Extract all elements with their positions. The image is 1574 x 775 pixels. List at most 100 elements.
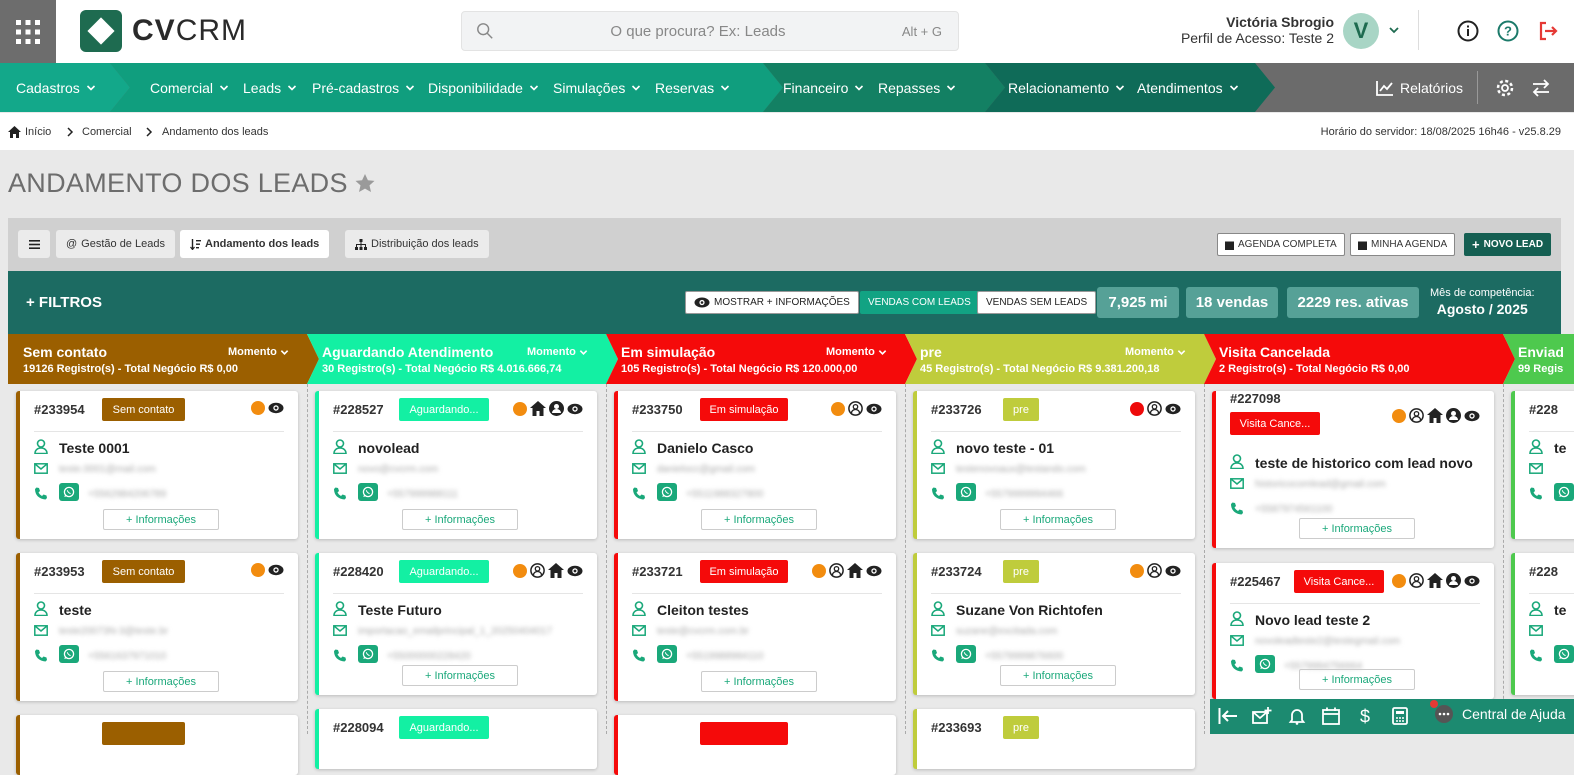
user-circle-icon[interactable] <box>1147 563 1162 578</box>
calendar-icon[interactable] <box>1322 707 1340 725</box>
more-info-button[interactable]: + Informações <box>402 509 518 530</box>
lead-name[interactable]: novo teste - 01 <box>956 440 1054 456</box>
more-info-button[interactable]: + Informações <box>103 509 219 530</box>
lead-id[interactable]: #228 <box>1529 402 1558 417</box>
more-info-button[interactable]: + Informações <box>103 671 219 692</box>
nav-pre-cadastros[interactable]: Pré-cadastros <box>312 63 415 112</box>
minha-agenda-button[interactable]: MINHA AGENDA <box>1350 233 1456 256</box>
more-info-button[interactable]: + Informações <box>1000 509 1116 530</box>
lead-card[interactable]: #228 te <box>1511 391 1574 539</box>
vendas-com-leads-button[interactable]: VENDAS COM LEADS <box>860 291 979 314</box>
vendas-sem-leads-button[interactable]: VENDAS SEM LEADS <box>977 291 1097 314</box>
lead-id[interactable]: #233726 <box>931 402 982 417</box>
lead-card[interactable]: #233693 pre <box>913 709 1195 769</box>
lead-id[interactable]: #228420 <box>333 564 384 579</box>
nav-cadastros[interactable]: Cadastros <box>16 63 96 112</box>
lead-name[interactable]: Teste Futuro <box>358 602 442 618</box>
lead-id[interactable]: #233693 <box>931 720 982 735</box>
logout-icon[interactable] <box>1537 20 1559 42</box>
user-circle-icon[interactable] <box>848 401 863 416</box>
more-info-button[interactable]: + Informações <box>1000 665 1116 686</box>
whatsapp-button[interactable] <box>1554 483 1574 501</box>
momento-dropdown[interactable]: Momento <box>527 346 588 358</box>
help-icon[interactable]: ? <box>1497 20 1519 42</box>
lead-id[interactable]: #228527 <box>333 402 384 417</box>
eye-icon[interactable] <box>866 403 882 415</box>
mostrar-informacoes-button[interactable]: MOSTRAR + INFORMAÇÕES <box>685 291 859 314</box>
lead-card[interactable]: #228094 Aguardando... <box>315 709 597 769</box>
user-circle-icon[interactable] <box>530 563 545 578</box>
tab-andamento-dos-leads[interactable]: Andamento dos leads <box>180 230 330 258</box>
user-circle-icon[interactable] <box>1147 401 1162 416</box>
lead-name[interactable]: Suzane Von Richtofen <box>956 602 1103 618</box>
nav-relacionamento[interactable]: Relacionamento <box>1008 63 1125 112</box>
eye-icon[interactable] <box>567 565 583 577</box>
nav-disponibilidade[interactable]: Disponibilidade <box>428 63 539 112</box>
eye-icon[interactable] <box>866 565 882 577</box>
whatsapp-button[interactable] <box>1255 655 1275 673</box>
momento-dropdown[interactable]: Momento <box>1125 346 1186 358</box>
calculator-icon[interactable] <box>1392 707 1408 725</box>
lead-id[interactable]: #228 <box>1529 564 1558 579</box>
lead-id[interactable]: #227098 <box>1230 391 1281 406</box>
home-icon[interactable] <box>1427 573 1443 588</box>
avatar[interactable]: V <box>1343 13 1379 49</box>
global-search[interactable]: O que procura? Ex: Leads Alt + G <box>461 11 959 51</box>
lead-name[interactable]: Teste 0001 <box>59 440 130 456</box>
lead-name[interactable]: teste <box>59 602 92 618</box>
eye-icon[interactable] <box>567 403 583 415</box>
nav-financeiro[interactable]: Financeiro <box>783 63 864 112</box>
lead-id[interactable]: #233750 <box>632 402 683 417</box>
bell-icon[interactable] <box>1288 707 1306 725</box>
lead-id[interactable]: #225467 <box>1230 574 1281 589</box>
lead-card[interactable]: #225467 Visita Cance... Novo lead teste 2 n… <box>1212 563 1494 699</box>
more-info-button[interactable]: + Informações <box>701 509 817 530</box>
lead-card[interactable] <box>614 715 896 775</box>
nav-leads[interactable]: Leads <box>243 63 297 112</box>
favorite-star-icon[interactable] <box>355 174 375 193</box>
nav-atendimentos[interactable]: Atendimentos <box>1137 63 1239 112</box>
whatsapp-button[interactable] <box>59 645 79 663</box>
eye-icon[interactable] <box>1165 565 1181 577</box>
nav-relatorios[interactable]: Relatórios <box>1374 63 1463 112</box>
swap-icon[interactable] <box>1531 78 1551 98</box>
lead-name[interactable]: Novo lead teste 2 <box>1255 612 1370 628</box>
eye-icon[interactable] <box>268 564 284 576</box>
mail-add-icon[interactable] <box>1252 707 1272 725</box>
lead-name[interactable]: te <box>1554 602 1566 618</box>
lead-id[interactable]: #233724 <box>931 564 982 579</box>
lead-card[interactable]: #227098 Visita Cance... teste de historico… <box>1212 391 1494 548</box>
nav-repasses[interactable]: Repasses <box>878 63 956 112</box>
lead-card[interactable]: #228527 Aguardando... novolead novo@cvcrm.c… <box>315 391 597 539</box>
filters-toggle[interactable]: + FILTROS <box>26 294 102 311</box>
central-de-ajuda-button[interactable]: Central de Ajuda <box>1434 704 1566 724</box>
menu-toggle-button[interactable] <box>18 230 50 258</box>
brand-logo[interactable]: CVCRM <box>80 10 247 52</box>
lead-card[interactable]: #233726 pre novo teste - 01 testenovoaux@te… <box>913 391 1195 539</box>
more-info-button[interactable]: + Informações <box>1299 518 1415 539</box>
chevron-down-icon[interactable] <box>1388 24 1400 36</box>
lead-name[interactable]: novolead <box>358 440 419 456</box>
eye-icon[interactable] <box>1165 403 1181 415</box>
breadcrumb-home[interactable]: Início <box>8 126 51 138</box>
lead-card[interactable]: #233724 pre Suzane Von Richtofen suzane@exc… <box>913 553 1195 695</box>
lead-card[interactable]: #228420 Aguardando... Teste Futuro importac… <box>315 553 597 695</box>
nav-simulacoes[interactable]: Simulações <box>553 63 641 112</box>
agenda-completa-button[interactable]: AGENDA COMPLETA <box>1217 233 1345 256</box>
home-icon[interactable] <box>847 563 863 578</box>
momento-dropdown[interactable]: Momento <box>228 346 289 358</box>
lead-id[interactable]: #233721 <box>632 564 683 579</box>
user-circle-icon[interactable] <box>1409 408 1424 423</box>
nav-comercial[interactable]: Comercial <box>150 63 229 112</box>
tab-distribuicao-dos-leads[interactable]: Distribuição dos leads <box>345 230 489 258</box>
eye-icon[interactable] <box>268 402 284 414</box>
user-icon[interactable] <box>1446 408 1461 423</box>
lead-name[interactable]: Danielo Casco <box>657 440 753 456</box>
lead-card[interactable]: #228 te <box>1511 553 1574 695</box>
dollar-icon[interactable]: $ <box>1358 707 1372 725</box>
tab-gestao-de-leads[interactable]: @ Gestão de Leads <box>56 230 175 258</box>
eye-icon[interactable] <box>1464 575 1480 587</box>
more-info-button[interactable]: + Informações <box>1299 669 1415 690</box>
whatsapp-button[interactable] <box>59 483 79 501</box>
whatsapp-button[interactable] <box>657 483 677 501</box>
